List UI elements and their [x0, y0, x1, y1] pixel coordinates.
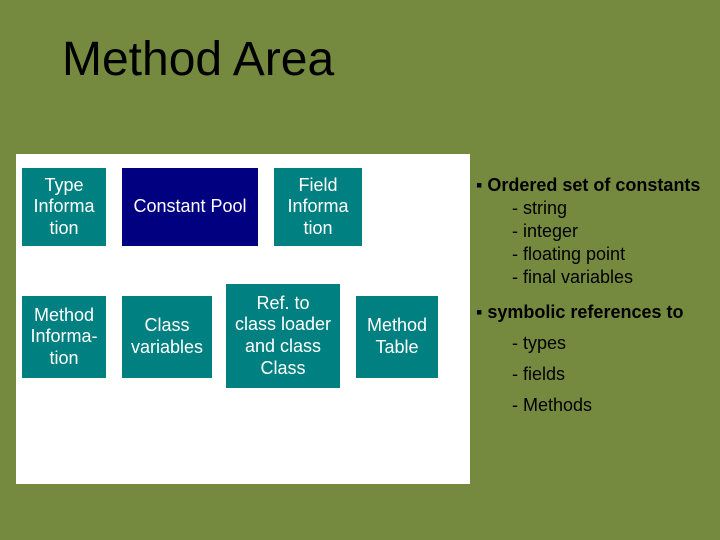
bullet-2-item: - Methods — [512, 394, 712, 417]
page-title: Method Area — [62, 32, 334, 87]
bullet-1-item: - final variables — [512, 266, 712, 289]
box-class-variables: Class variables — [122, 296, 212, 378]
bullet-1: ▪ Ordered set of constants — [476, 174, 712, 197]
bullet-2: ▪ symbolic references to — [476, 301, 712, 324]
box-method-table: Method Table — [356, 296, 438, 378]
method-area-diagram: Type Informa tion Constant Pool Field In… — [16, 154, 470, 484]
bullet-1-heading: Ordered set of constants — [487, 175, 700, 195]
box-ref-classloader: Ref. to class loader and class Class — [226, 284, 340, 388]
bullet-2-heading: symbolic references to — [487, 302, 683, 322]
right-notes: ▪ Ordered set of constants - string - in… — [476, 174, 712, 417]
bullet-icon: ▪ — [476, 302, 487, 322]
box-constant-pool: Constant Pool — [122, 168, 258, 246]
bullet-icon: ▪ — [476, 175, 487, 195]
bullet-1-item: - string — [512, 197, 712, 220]
bullet-2-item: - fields — [512, 363, 712, 386]
box-method-info: Method Informa- tion — [22, 296, 106, 378]
bullet-2-item: - types — [512, 332, 712, 355]
box-field-info: Field Informa tion — [274, 168, 362, 246]
bullet-1-item: - integer — [512, 220, 712, 243]
bullet-1-item: - floating point — [512, 243, 712, 266]
box-type-info: Type Informa tion — [22, 168, 106, 246]
